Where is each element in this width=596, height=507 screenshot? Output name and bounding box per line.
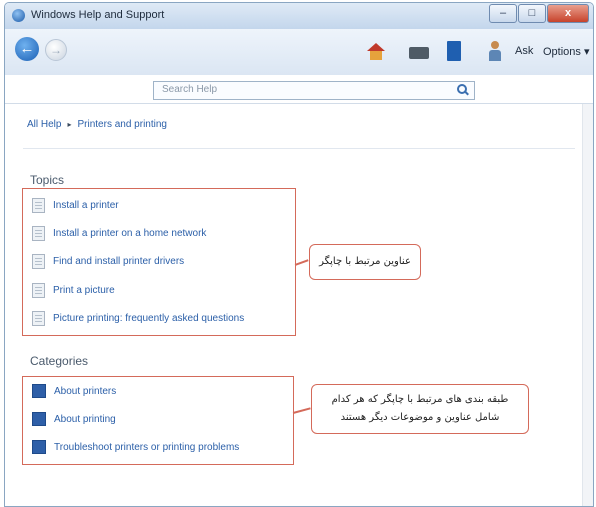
- ask-person-icon[interactable]: [489, 41, 501, 61]
- help-window: Windows Help and Support – □ x ← → Ask O…: [4, 2, 594, 507]
- home-base-shape: [370, 51, 382, 60]
- categories-annotation-box: About printers About printing Troublesho…: [22, 376, 294, 465]
- category-link-text[interactable]: About printers: [54, 386, 116, 397]
- toolbar: ← → Ask Options ▾: [5, 29, 593, 75]
- topic-link-text[interactable]: Install a printer: [53, 200, 119, 211]
- categories-heading: Categories: [30, 354, 89, 368]
- topics-callout: عناوین مرتبط با چاپگر: [309, 244, 421, 280]
- help-app-icon: [12, 9, 25, 22]
- topic-link-text[interactable]: Print a picture: [53, 285, 115, 296]
- categories-callout-line2: شامل عناوین و موضوعات دیگر هستند: [340, 412, 500, 423]
- breadcrumb-printers-link[interactable]: Printers and printing: [77, 119, 167, 130]
- topic-link[interactable]: Install a printer on a home network: [32, 225, 206, 241]
- search-icon[interactable]: [457, 84, 469, 96]
- topic-link-text[interactable]: Find and install printer drivers: [53, 256, 184, 267]
- home-roof-shape: [367, 43, 385, 51]
- vertical-scrollbar[interactable]: [582, 104, 593, 506]
- document-icon: [32, 282, 45, 298]
- document-icon: [32, 197, 45, 213]
- topic-link[interactable]: Picture printing: frequently asked quest…: [32, 310, 244, 326]
- breadcrumb-separator: ▸: [67, 120, 72, 129]
- categories-callout-line1: طبقه بندی های مرتبط با چاپگر که هر کدام: [331, 394, 509, 405]
- forward-button[interactable]: →: [45, 39, 67, 61]
- category-book-icon: [32, 440, 46, 454]
- minimize-button[interactable]: –: [489, 4, 517, 23]
- person-body-shape: [489, 50, 501, 61]
- topic-link[interactable]: Print a picture: [32, 282, 115, 298]
- print-icon[interactable]: [409, 47, 429, 59]
- topics-heading: Topics: [30, 173, 65, 187]
- category-link[interactable]: About printers: [32, 383, 116, 399]
- options-menu-button[interactable]: Options ▾: [543, 45, 590, 58]
- close-button[interactable]: x: [547, 4, 589, 23]
- topic-link-text[interactable]: Picture printing: frequently asked quest…: [53, 313, 244, 324]
- maximize-button[interactable]: □: [518, 4, 546, 23]
- title-bar: Windows Help and Support – □ x: [5, 3, 593, 29]
- category-link-text[interactable]: Troubleshoot printers or printing proble…: [54, 442, 239, 453]
- topic-link[interactable]: Install a printer: [32, 197, 119, 213]
- window-controls: – □ x: [488, 4, 589, 23]
- back-button[interactable]: ←: [15, 37, 39, 61]
- category-book-icon: [32, 384, 46, 398]
- search-input[interactable]: Search Help: [153, 81, 475, 100]
- document-icon: [32, 225, 45, 241]
- help-content: All Help ▸ Printers and printing Topics In…: [5, 103, 593, 506]
- search-placeholder: Search Help: [162, 84, 218, 95]
- category-link-text[interactable]: About printing: [54, 414, 116, 425]
- topic-link-text[interactable]: Install a printer on a home network: [53, 228, 206, 239]
- person-head-shape: [491, 41, 499, 49]
- category-link[interactable]: Troubleshoot printers or printing proble…: [32, 439, 239, 455]
- document-icon: [32, 310, 45, 326]
- ask-button[interactable]: Ask: [515, 45, 533, 57]
- breadcrumb-all-help-link[interactable]: All Help: [27, 119, 61, 130]
- category-link[interactable]: About printing: [32, 411, 116, 427]
- category-book-icon: [32, 412, 46, 426]
- topic-link[interactable]: Find and install printer drivers: [32, 253, 184, 269]
- categories-callout: طبقه بندی های مرتبط با چاپگر که هر کدام …: [311, 384, 529, 434]
- breadcrumb: All Help ▸ Printers and printing: [27, 119, 167, 130]
- search-handle-shape: [464, 90, 469, 96]
- help-home-icon[interactable]: [367, 43, 385, 61]
- browse-help-book-icon[interactable]: [447, 41, 461, 61]
- topics-annotation-box: Install a printer Install a printer on a…: [22, 188, 296, 336]
- window-title: Windows Help and Support: [31, 9, 165, 21]
- categories-callout-connector: [292, 407, 311, 414]
- breadcrumb-divider: [23, 148, 575, 149]
- document-icon: [32, 253, 45, 269]
- topics-callout-connector: [294, 259, 309, 266]
